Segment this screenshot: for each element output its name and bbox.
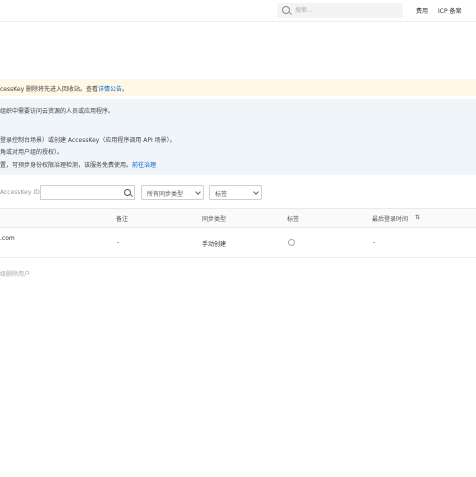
sort-icon[interactable]: ⇅ bbox=[415, 214, 420, 221]
tip-line: 置，可预步身份权限治理检测，该服务免费使用。 bbox=[0, 162, 133, 169]
sync-type-select[interactable]: 所有同步类型 bbox=[141, 185, 204, 200]
table-header: 备注 同步类型 标签 最后登录时间 ⇅ bbox=[0, 208, 476, 228]
tag-icon[interactable] bbox=[288, 239, 295, 246]
tag-select[interactable]: 标签 bbox=[209, 185, 262, 200]
notice-details-link[interactable]: 详情公告 bbox=[98, 86, 122, 93]
search-icon[interactable] bbox=[124, 189, 131, 196]
icp-filing-link[interactable]: ICP 备案 bbox=[438, 6, 462, 15]
column-header-tags: 标签 bbox=[287, 216, 300, 223]
user-name-link[interactable]: .com bbox=[0, 235, 15, 242]
remark-cell: - bbox=[117, 239, 120, 246]
tip-line: 角或对用户组的授权）。 bbox=[0, 149, 64, 156]
column-header-sync-type: 同步类型 bbox=[202, 216, 227, 223]
accesskey-search-input[interactable] bbox=[40, 185, 135, 200]
notice-text: cessKey 删除将先进入回收站。查看 bbox=[0, 86, 99, 93]
notice-suffix: 。 bbox=[122, 86, 129, 93]
column-header-last-login[interactable]: 最后登录时间 bbox=[372, 214, 408, 223]
tip-line: 登录控制台场景）或创建 AccessKey（应用程序调用 API 场景）。 bbox=[0, 137, 176, 144]
table-row bbox=[0, 227, 476, 258]
tag-select-value: 标签 bbox=[215, 191, 228, 198]
chevron-down-icon bbox=[253, 189, 259, 195]
global-search-box[interactable]: 搜索... bbox=[277, 3, 403, 18]
chevron-down-icon bbox=[195, 189, 201, 195]
recycle-bin-notice: cessKey 删除将先进入回收站。查看详情公告。 bbox=[0, 79, 476, 96]
batch-delete-hint: 级删除用户 bbox=[0, 271, 31, 278]
billing-link[interactable]: 费用 bbox=[416, 6, 428, 15]
column-header-remark: 备注 bbox=[116, 216, 129, 223]
last-login-cell: - bbox=[373, 239, 376, 246]
usage-tips-panel: 组织中需要访问云资源的人员或应用程序。 登录控制台场景）或创建 AccessKe… bbox=[0, 99, 476, 175]
tip-line: 组织中需要访问云资源的人员或应用程序。 bbox=[0, 108, 115, 115]
sync-type-cell: 手动创建 bbox=[202, 241, 227, 248]
global-search-placeholder: 搜索... bbox=[295, 7, 313, 14]
top-navigation-bar: 搜索... 费用 ICP 备案 bbox=[0, 0, 476, 22]
accesskey-search-placeholder: AccessKey ID bbox=[0, 189, 40, 196]
sync-type-select-value: 所有同步类型 bbox=[147, 191, 184, 198]
search-icon bbox=[282, 6, 290, 14]
governance-link[interactable]: 前往治理 bbox=[132, 162, 156, 169]
